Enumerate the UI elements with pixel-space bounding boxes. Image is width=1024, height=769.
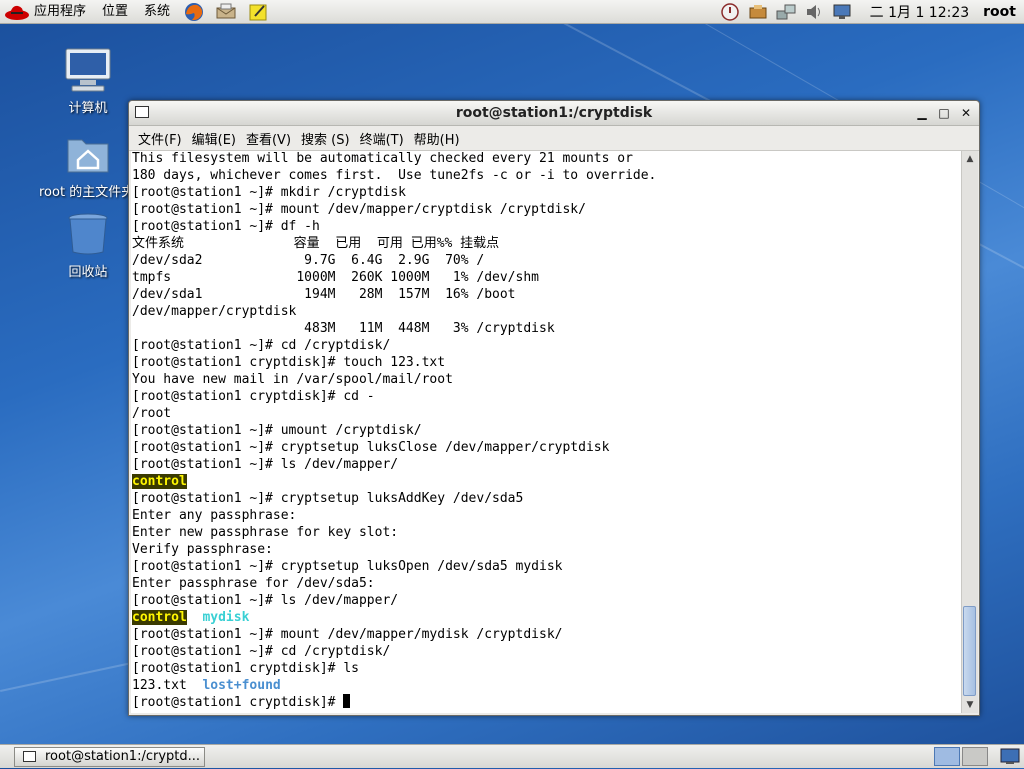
- terminal-line: [root@station1 ~]# cd /cryptdisk/: [132, 643, 963, 660]
- terminal-scrollbar[interactable]: ▲ ▼: [961, 151, 978, 713]
- terminal-line: [root@station1 ~]# cd /cryptdisk/: [132, 337, 963, 354]
- system-tray: 二 1月 1 12:23 root: [716, 0, 1024, 24]
- terminal-line: [root@station1 ~]# mount /dev/mapper/myd…: [132, 626, 963, 643]
- terminal-line: [root@station1 ~]# mkdir /cryptdisk: [132, 184, 963, 201]
- terminal-line: /dev/sda1 194M 28M 157M 16% /boot: [132, 286, 963, 303]
- terminal-line: [root@station1 ~]# cryptsetup luksAddKey…: [132, 490, 963, 507]
- close-button[interactable]: ✕: [957, 104, 975, 122]
- terminal-line: [root@station1 ~]# mount /dev/mapper/cry…: [132, 201, 963, 218]
- text-cursor: [343, 694, 350, 708]
- terminal-line: [root@station1 ~]# ls /dev/mapper/: [132, 592, 963, 609]
- scroll-down-icon[interactable]: ▼: [964, 699, 976, 711]
- prompt-line: [root@station1 cryptdisk]#: [132, 694, 963, 711]
- terminal-line: 483M 11M 448M 3% /cryptdisk: [132, 320, 963, 337]
- ls-dir-entry: lost+found: [202, 678, 280, 693]
- terminal-line: 文件系统 容量 已用 可用 已用%% 挂载点: [132, 235, 963, 252]
- ls-output-line-3: 123.txt lost+found: [132, 677, 963, 694]
- package-updates-icon[interactable]: [748, 3, 768, 21]
- terminal-line: /dev/sda2 9.7G 6.4G 2.9G 70% /: [132, 252, 963, 269]
- computer-icon: [64, 46, 112, 94]
- trash-label: 回收站: [43, 261, 133, 280]
- scrollbar-thumb[interactable]: [963, 606, 976, 696]
- display-icon[interactable]: [832, 3, 852, 21]
- home-folder-icon: [64, 130, 112, 178]
- taskbar-terminal-button[interactable]: root@station1:/cryptd...: [14, 747, 205, 767]
- ls-output-line-1: control: [132, 473, 963, 490]
- update-notifier-icon[interactable]: [720, 3, 740, 21]
- terminal-line: [root@station1 ~]# df -h: [132, 218, 963, 235]
- terminal-line: [root@station1 cryptdisk]# ls: [132, 660, 963, 677]
- menu-edit[interactable]: 编辑(E): [187, 129, 241, 148]
- bottom-panel: root@station1:/cryptd...: [0, 744, 1024, 768]
- ls-control-entry: control: [132, 474, 187, 489]
- terminal-output-block-2: [root@station1 ~]# cryptsetup luksAddKey…: [132, 490, 963, 609]
- applications-label: 应用程序: [34, 0, 86, 24]
- terminal-line: You have new mail in /var/spool/mail/roo…: [132, 371, 963, 388]
- show-desktop-icon[interactable]: [1000, 748, 1020, 765]
- maximize-button[interactable]: □: [935, 104, 953, 122]
- terminal-window: root@station1:/cryptdisk ▁ □ ✕ 文件(F) 编辑(…: [128, 100, 980, 716]
- terminal-line: Verify passphrase:: [132, 541, 963, 558]
- user-menu[interactable]: root: [983, 4, 1016, 20]
- title-bar[interactable]: root@station1:/cryptdisk ▁ □ ✕: [129, 101, 979, 126]
- ls-mydisk-entry: mydisk: [202, 610, 249, 625]
- terminal-line: Enter new passphrase for key slot:: [132, 524, 963, 541]
- home-folder-label: root 的主文件夹: [39, 181, 133, 200]
- terminal-line: [root@station1 cryptdisk]# cd -: [132, 388, 963, 405]
- menu-file[interactable]: 文件(F): [133, 129, 187, 148]
- terminal-lines: This filesystem will be automatically ch…: [131, 151, 963, 711]
- desktop-trash-icon[interactable]: 回收站: [43, 210, 133, 280]
- terminal-line: [root@station1 cryptdisk]# touch 123.txt: [132, 354, 963, 371]
- email-launcher-icon[interactable]: [215, 2, 237, 22]
- terminal-line: 180 days, whichever comes first. Use tun…: [132, 167, 963, 184]
- ls-control-entry: control: [132, 610, 187, 625]
- terminal-line: tmpfs 1000M 260K 1000M 1% /dev/shm: [132, 269, 963, 286]
- terminal-line: This filesystem will be automatically ch…: [132, 151, 963, 167]
- terminal-window-icon[interactable]: [135, 106, 149, 118]
- scroll-up-icon[interactable]: ▲: [964, 153, 976, 165]
- terminal-line: [root@station1 ~]# ls /dev/mapper/: [132, 456, 963, 473]
- trash-icon: [64, 210, 112, 258]
- workspace-1[interactable]: [934, 747, 960, 766]
- terminal-line: /dev/mapper/cryptdisk: [132, 303, 963, 320]
- minimize-button[interactable]: ▁: [913, 104, 931, 122]
- network-icon[interactable]: [776, 3, 796, 21]
- terminal-line: [root@station1 ~]# umount /cryptdisk/: [132, 422, 963, 439]
- current-prompt: [root@station1 cryptdisk]#: [132, 695, 343, 710]
- notes-launcher-icon[interactable]: [247, 2, 269, 22]
- top-panel: 应用程序 位置 系统 二 1月 1 12:23 root: [0, 0, 1024, 24]
- menu-search[interactable]: 搜索 (S): [296, 129, 355, 148]
- applications-menu[interactable]: 应用程序: [0, 0, 94, 24]
- menu-terminal[interactable]: 终端(T): [355, 129, 409, 148]
- desktop-computer-icon[interactable]: 计算机: [43, 46, 133, 116]
- clock[interactable]: 二 1月 1 12:23: [870, 2, 970, 22]
- terminal-line: /root: [132, 405, 963, 422]
- terminal-line: Enter passphrase for /dev/sda5:: [132, 575, 963, 592]
- menu-help[interactable]: 帮助(H): [409, 129, 465, 148]
- desktop-home-folder-icon[interactable]: root 的主文件夹: [43, 130, 133, 200]
- taskbar-terminal-label: root@station1:/cryptd...: [45, 749, 200, 764]
- terminal-output-block-1: This filesystem will be automatically ch…: [132, 151, 963, 473]
- system-menu[interactable]: 系统: [136, 0, 178, 24]
- firefox-launcher-icon[interactable]: [183, 2, 205, 22]
- window-title: root@station1:/cryptdisk: [456, 105, 652, 121]
- terminal-output[interactable]: This filesystem will be automatically ch…: [131, 151, 963, 713]
- workspace-2[interactable]: [962, 747, 988, 766]
- volume-icon[interactable]: [804, 3, 824, 21]
- terminal-line: Enter any passphrase:: [132, 507, 963, 524]
- computer-label: 计算机: [43, 97, 133, 116]
- menu-view[interactable]: 查看(V): [241, 129, 296, 148]
- ls-file-entry: 123.txt: [132, 678, 187, 693]
- menu-bar: 文件(F) 编辑(E) 查看(V) 搜索 (S) 终端(T) 帮助(H): [129, 126, 979, 151]
- terminal-task-icon: [23, 751, 36, 762]
- terminal-output-block-3: [root@station1 ~]# mount /dev/mapper/myd…: [132, 626, 963, 677]
- redhat-logo-icon: [4, 3, 30, 21]
- ls-output-line-2: control mydisk: [132, 609, 963, 626]
- places-menu[interactable]: 位置: [94, 0, 136, 24]
- terminal-line: [root@station1 ~]# cryptsetup luksClose …: [132, 439, 963, 456]
- terminal-line: [root@station1 ~]# cryptsetup luksOpen /…: [132, 558, 963, 575]
